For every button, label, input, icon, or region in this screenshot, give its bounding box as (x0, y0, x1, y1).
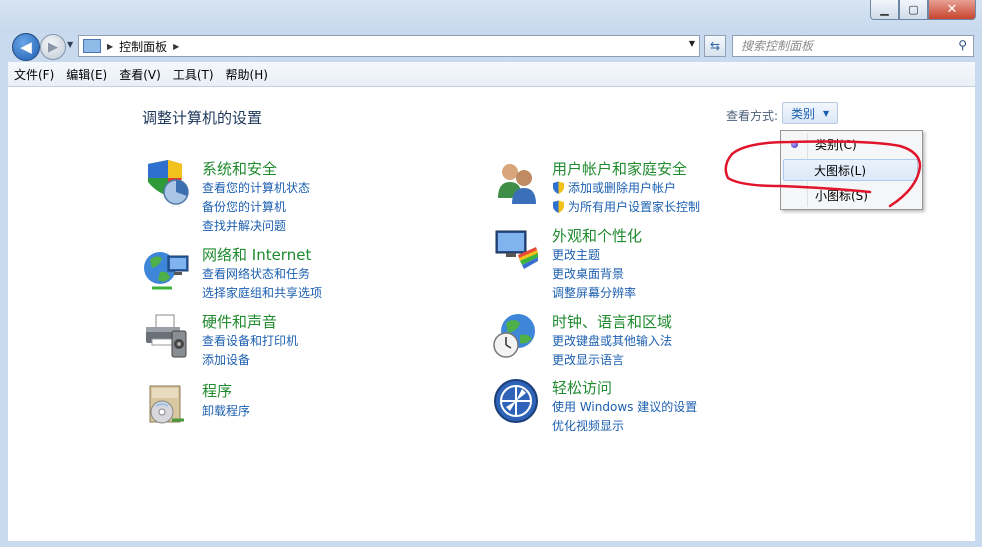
printer-icon[interactable] (142, 311, 190, 359)
link-change-theme[interactable]: 更改主题 (552, 246, 600, 263)
category-title[interactable]: 网络和 Internet (202, 244, 311, 265)
refresh-button[interactable]: ⇆ (704, 35, 726, 57)
menu-option-label: 小图标(S) (815, 188, 868, 203)
link-uninstall-program[interactable]: 卸载程序 (202, 402, 250, 419)
search-input[interactable] (739, 36, 948, 56)
monitor-palette-icon[interactable] (492, 225, 540, 273)
view-by-selected: 类别 (791, 106, 816, 121)
category-title[interactable]: 用户帐户和家庭安全 (552, 158, 687, 179)
chevron-down-icon: ▼ (823, 108, 830, 118)
category-title[interactable]: 系统和安全 (202, 158, 277, 179)
link-network-status[interactable]: 查看网络状态和任务 (202, 265, 310, 282)
uac-shield-icon (553, 181, 564, 194)
menu-view[interactable]: 查看(V) (113, 66, 167, 83)
link-troubleshoot[interactable]: 查找并解决问题 (202, 217, 286, 234)
menu-edit[interactable]: 编辑(E) (60, 66, 113, 83)
menu-option-label: 大图标(L) (814, 163, 867, 178)
menu-tools[interactable]: 工具(T) (167, 66, 220, 83)
globe-clock-icon[interactable] (492, 311, 540, 359)
menu-option-category[interactable]: 类别(C) (783, 133, 918, 155)
category-ease-of-access: 轻松访问 使用 Windows 建议的设置 优化视频显示 (492, 377, 792, 433)
arrow-right-icon: ▶ (48, 39, 58, 55)
minimize-button[interactable]: ▁ (870, 0, 899, 20)
link-optimize-video-display[interactable]: 优化视频显示 (552, 417, 624, 434)
category-system-security: 系统和安全 查看您的计算机状态 备份您的计算机 查找并解决问题 (142, 158, 442, 233)
category-user-accounts: 用户帐户和家庭安全 添加或删除用户帐户 为所有用户设置家长控制 (492, 158, 792, 214)
link-add-device[interactable]: 添加设备 (202, 351, 250, 368)
category-title[interactable]: 轻松访问 (552, 377, 612, 398)
page-title: 调整计算机的设置 (142, 109, 263, 127)
search-box: ⚲ (732, 35, 974, 57)
refresh-icon: ⇆ (709, 39, 721, 53)
forward-button[interactable]: ▶ (40, 34, 66, 60)
menu-option-large-icons[interactable]: 大图标(L) (783, 159, 918, 181)
view-by-label: 查看方式: (726, 109, 779, 123)
link-devices-printers[interactable]: 查看设备和打印机 (202, 332, 298, 349)
link-windows-recommended-settings[interactable]: 使用 Windows 建议的设置 (552, 398, 697, 415)
address-history-dropdown[interactable]: ▼ (689, 39, 695, 48)
ease-of-access-icon[interactable] (492, 377, 540, 425)
category-network-internet: 网络和 Internet 查看网络状态和任务 选择家庭组和共享选项 (142, 244, 442, 300)
programs-icon[interactable] (142, 380, 190, 428)
category-programs: 程序 卸载程序 (142, 380, 442, 430)
control-panel-icon (83, 39, 101, 53)
menu-help[interactable]: 帮助(H) (220, 66, 274, 83)
breadcrumb-control-panel[interactable]: 控制面板 (119, 38, 167, 55)
window-controls: ▁ ▢ ✕ (870, 0, 976, 20)
link-change-input-method[interactable]: 更改键盘或其他输入法 (552, 332, 672, 349)
link-screen-resolution[interactable]: 调整屏幕分辨率 (552, 284, 636, 301)
link-homegroup-sharing[interactable]: 选择家庭组和共享选项 (202, 284, 322, 301)
arrow-left-icon: ◀ (20, 38, 32, 56)
category-clock-language-region: 时钟、语言和区域 更改键盘或其他输入法 更改显示语言 (492, 311, 792, 367)
title-bar (0, 0, 982, 30)
link-label: 为所有用户设置家长控制 (568, 200, 701, 214)
search-icon[interactable]: ⚲ (958, 38, 967, 52)
link-backup-computer[interactable]: 备份您的计算机 (202, 198, 286, 215)
link-label: 添加或删除用户帐户 (568, 181, 677, 195)
menu-file[interactable]: 文件(F) (8, 66, 60, 83)
maximize-button[interactable]: ▢ (899, 0, 928, 20)
menu-option-small-icons[interactable]: 小图标(S) (783, 184, 918, 206)
address-bar[interactable]: ▶ 控制面板 ▶ ▼ (78, 35, 700, 57)
link-change-display-language[interactable]: 更改显示语言 (552, 351, 624, 368)
window-frame-bottom (0, 541, 982, 547)
radio-selected-icon (791, 140, 798, 148)
link-view-computer-status[interactable]: 查看您的计算机状态 (202, 179, 310, 196)
menu-bar: 文件(F) 编辑(E) 查看(V) 工具(T) 帮助(H) (8, 62, 975, 87)
category-title[interactable]: 时钟、语言和区域 (552, 311, 672, 332)
category-appearance: 外观和个性化 更改主题 更改桌面背景 调整屏幕分辨率 (492, 225, 792, 300)
window-frame-left (0, 30, 8, 547)
recent-pages-dropdown[interactable]: ▼ (67, 40, 73, 49)
link-parental-controls[interactable]: 为所有用户设置家长控制 (552, 198, 700, 215)
navigation-bar: ◀ ▶ ▼ ▶ 控制面板 ▶ ▼ ⇆ ⚲ (8, 30, 975, 62)
shield-chart-icon[interactable] (142, 158, 190, 206)
view-by-menu: 类别(C) 大图标(L) 小图标(S) (780, 130, 923, 210)
network-globe-icon[interactable] (142, 244, 190, 292)
uac-shield-icon (553, 200, 564, 213)
link-add-remove-accounts[interactable]: 添加或删除用户帐户 (552, 179, 676, 196)
back-button[interactable]: ◀ (12, 33, 40, 61)
chevron-down-icon: ▼ (67, 40, 74, 49)
view-by-dropdown[interactable]: 类别 ▼ (782, 102, 838, 124)
breadcrumb-separator-icon[interactable]: ▶ (107, 42, 113, 51)
menu-option-label: 类别(C) (815, 137, 857, 152)
link-desktop-background[interactable]: 更改桌面背景 (552, 265, 624, 282)
breadcrumb-separator-icon[interactable]: ▶ (173, 42, 179, 51)
category-title[interactable]: 硬件和声音 (202, 311, 277, 332)
close-button[interactable]: ✕ (928, 0, 976, 20)
users-icon[interactable] (492, 158, 540, 206)
category-hardware-sound: 硬件和声音 查看设备和打印机 添加设备 (142, 311, 442, 367)
window-frame-right (975, 30, 982, 547)
category-title[interactable]: 程序 (202, 380, 232, 401)
category-title[interactable]: 外观和个性化 (552, 225, 642, 246)
